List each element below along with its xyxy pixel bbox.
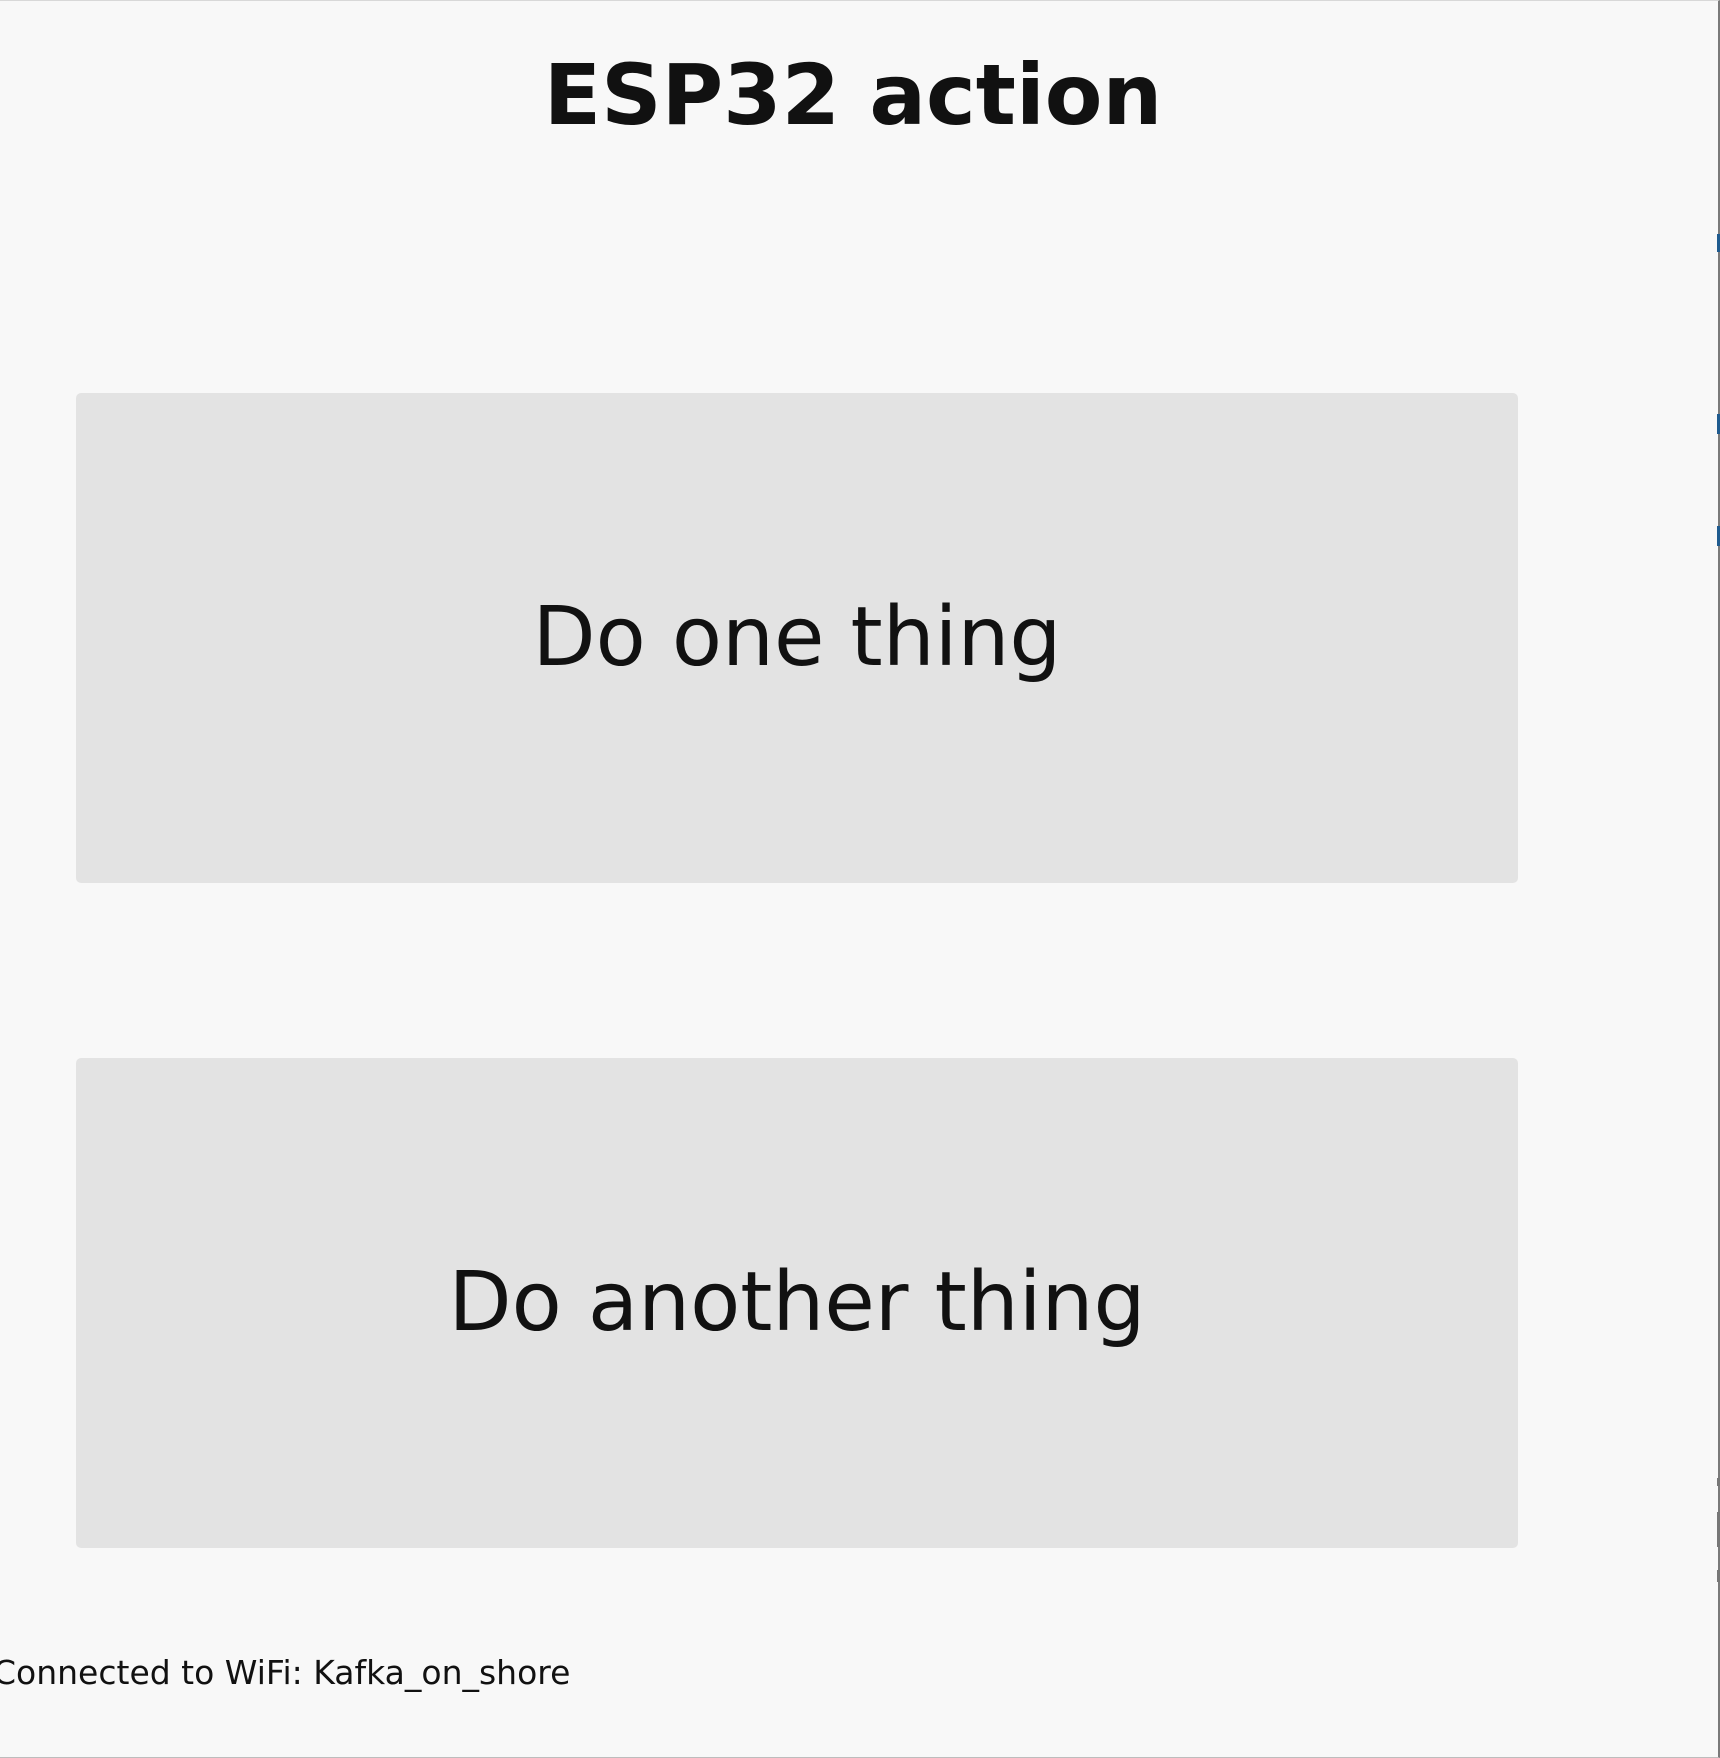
page-title: ESP32 action xyxy=(543,46,1163,144)
do-another-thing-button[interactable]: Do another thing xyxy=(76,1058,1518,1548)
wifi-status-text: Connected to WiFi: Kafka_on_shore xyxy=(0,1653,571,1692)
do-one-thing-button[interactable]: Do one thing xyxy=(76,393,1518,883)
browser-viewport: ESP32 action Do one thing Do another thi… xyxy=(0,0,1720,1758)
esp32-page: ESP32 action Do one thing Do another thi… xyxy=(0,0,1720,1758)
